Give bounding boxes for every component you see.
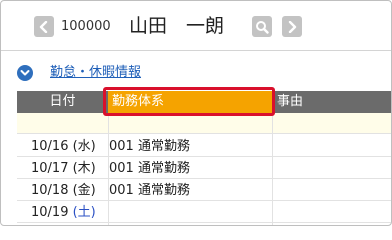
chevron-down-circle-icon xyxy=(20,70,30,76)
table-row[interactable]: 10/19 (土) xyxy=(17,203,391,223)
section-title-link[interactable]: 勤怠・休暇情報 xyxy=(50,64,141,82)
table-input-row[interactable] xyxy=(17,113,391,134)
work-pattern-highlight-box xyxy=(103,87,275,116)
attendance-panel: 100000 山田 一朗 勤怠・休暇情報 日付 勤務体系 事由 10/16 (水… xyxy=(0,0,392,226)
column-header-date[interactable]: 日付 xyxy=(17,91,108,113)
date-cell: 10/19 (土) xyxy=(31,205,96,220)
column-divider xyxy=(108,113,109,225)
section-toggle-button[interactable] xyxy=(17,65,33,81)
work-pattern-cell: 001 通常勤務 xyxy=(109,161,190,176)
chevron-left-icon xyxy=(39,20,48,33)
date-cell: 10/16 (水) xyxy=(31,139,96,154)
chevron-right-icon xyxy=(288,20,297,33)
date-cell: 10/18 (金) xyxy=(31,183,96,198)
work-pattern-cell: 001 通常勤務 xyxy=(109,139,190,154)
work-pattern-cell: 001 通常勤務 xyxy=(109,183,190,198)
previous-employee-button[interactable] xyxy=(34,16,54,37)
column-divider xyxy=(272,113,273,225)
search-employee-button[interactable] xyxy=(252,16,272,37)
table-row[interactable]: 10/18 (金) 001 通常勤務 xyxy=(17,181,391,201)
employee-name: 山田 一朗 xyxy=(129,15,225,37)
column-header-reason[interactable]: 事由 xyxy=(276,91,391,113)
header-divider xyxy=(1,50,391,51)
table-row[interactable]: 10/17 (木) 001 通常勤務 xyxy=(17,159,391,179)
employee-code: 100000 xyxy=(61,19,111,34)
next-employee-button[interactable] xyxy=(282,16,302,37)
search-icon xyxy=(256,20,269,34)
date-cell: 10/17 (木) xyxy=(31,161,96,176)
table-row[interactable]: 10/16 (水) 001 通常勤務 xyxy=(17,137,391,157)
